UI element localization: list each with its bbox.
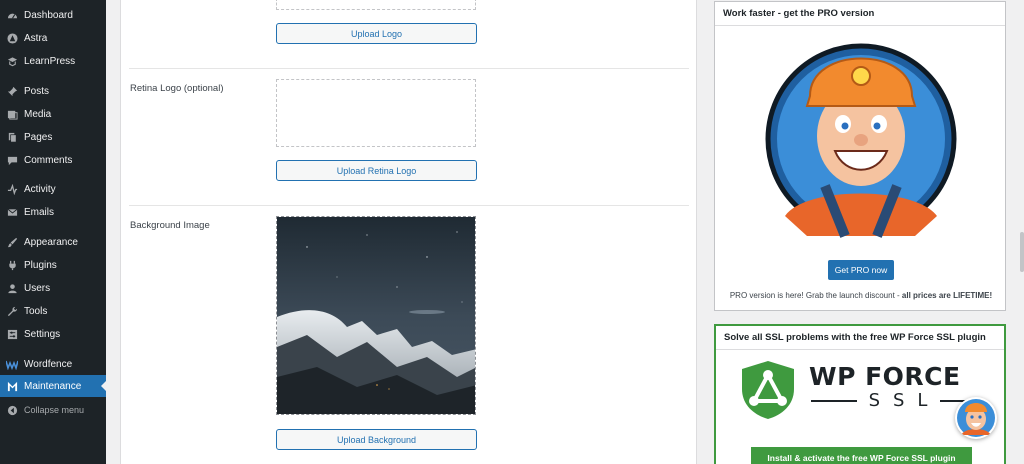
sidebar-item-users[interactable]: Users (0, 277, 106, 299)
row-divider (129, 205, 689, 206)
upload-logo-button[interactable]: Upload Logo (276, 23, 477, 44)
wrench-icon (6, 305, 18, 317)
sidebar-item-learnpress[interactable]: LearnPress (0, 50, 106, 72)
pro-note-text: PRO version is here! Grab the launch dis… (729, 291, 902, 300)
sidebar-item-label: Users (24, 282, 51, 294)
sidebar-item-label: Maintenance (24, 380, 82, 392)
sidebar-item-label: Posts (24, 85, 50, 97)
sidebar-item-pages[interactable]: Pages (0, 126, 106, 148)
sidebar-item-astra[interactable]: Astra (0, 27, 106, 49)
sidebar-item-label: Appearance (24, 236, 78, 248)
sidebar-item-comments[interactable]: Comments (0, 149, 106, 171)
settings-icon (6, 328, 18, 340)
ssl-promo-box: Solve all SSL problems with the free WP … (714, 324, 1006, 464)
pages-icon (6, 131, 18, 143)
brush-icon (6, 236, 18, 248)
install-ssl-plugin-button[interactable]: Install & activate the free WP Force SSL… (751, 447, 972, 464)
wordfence-icon (6, 358, 18, 370)
mascot-avatar-icon (957, 399, 995, 437)
help-mascot-button[interactable] (955, 397, 997, 439)
sidebar-item-maintenance[interactable]: Maintenance (0, 375, 106, 397)
mountain-night-image (277, 217, 475, 414)
sidebar-item-label: Media (24, 108, 52, 120)
wp-force-logo-text: WP FORCE (809, 362, 961, 391)
media-icon (6, 108, 18, 120)
sidebar-item-label: Pages (24, 131, 53, 143)
sidebar-item-label: Tools (24, 305, 48, 317)
sidebar-item-wordfence[interactable]: Wordfence (0, 353, 106, 375)
sidebar-item-plugins[interactable]: Plugins (0, 254, 106, 276)
sidebar-item-activity[interactable]: Activity (0, 178, 106, 200)
sidebar-item-label: Astra (24, 32, 48, 44)
comment-icon (6, 154, 18, 166)
sidebar-collapse-menu[interactable]: Collapse menu (0, 399, 106, 421)
astra-icon (6, 32, 18, 44)
pro-box-title: Work faster - get the PRO version (715, 2, 1005, 26)
get-pro-button[interactable]: Get PRO now (828, 260, 894, 280)
logo-rule (811, 399, 857, 402)
sidebar-item-appearance[interactable]: Appearance (0, 231, 106, 253)
pro-note-bold: all prices are LIFETIME! (901, 291, 993, 300)
row-divider (129, 68, 689, 69)
retina-logo-preview (276, 79, 476, 147)
logo-preview (276, 0, 476, 10)
upload-background-button[interactable]: Upload Background (276, 429, 477, 450)
settings-form: Upload Logo Retina Logo (optional) Uploa… (120, 0, 697, 464)
sidebar-item-label: Wordfence (24, 358, 73, 370)
activity-icon (6, 183, 18, 195)
retina-logo-label: Retina Logo (optional) (130, 83, 224, 94)
sidebar-item-settings[interactable]: Settings (0, 323, 106, 345)
sidebar-item-label: Emails (24, 206, 55, 218)
sidebar-item-label: LearnPress (24, 55, 76, 67)
upload-retina-logo-button[interactable]: Upload Retina Logo (276, 160, 477, 181)
sidebar-item-media[interactable]: Media (0, 103, 106, 125)
ssl-box-title: Solve all SSL problems with the free WP … (716, 326, 1004, 350)
email-icon (6, 206, 18, 218)
plug-icon (6, 259, 18, 271)
sidebar-item-label: Collapse menu (24, 405, 85, 415)
admin-sidebar: Dashboard Astra LearnPress Posts Media P… (0, 0, 106, 464)
mascot-illustration (765, 43, 957, 238)
pro-note: PRO version is here! Grab the launch dis… (715, 291, 1007, 300)
ssl-logo-text: SSL (868, 390, 941, 411)
collapse-icon (6, 404, 18, 416)
sidebar-item-label: Dashboard (24, 9, 73, 21)
maintenance-icon (6, 380, 18, 392)
sidebar-item-posts[interactable]: Posts (0, 80, 106, 102)
shield-logo-icon (742, 361, 794, 419)
sidebar-item-dashboard[interactable]: Dashboard (0, 4, 106, 26)
sidebar-item-label: Activity (24, 183, 56, 195)
background-image-preview (276, 216, 476, 415)
sidebar-item-emails[interactable]: Emails (0, 201, 106, 223)
page-scrollbar[interactable] (1020, 232, 1024, 272)
sidebar-item-tools[interactable]: Tools (0, 300, 106, 322)
learnpress-icon (6, 55, 18, 67)
sidebar-item-label: Settings (24, 328, 61, 340)
pro-promo-box: Work faster - get the PRO version Get PR… (714, 1, 1006, 311)
pin-icon (6, 85, 18, 97)
user-icon (6, 282, 18, 294)
sidebar-item-label: Plugins (24, 259, 57, 271)
background-image-label: Background Image (130, 220, 210, 231)
dashboard-icon (6, 9, 18, 21)
sidebar-item-label: Comments (24, 154, 73, 166)
